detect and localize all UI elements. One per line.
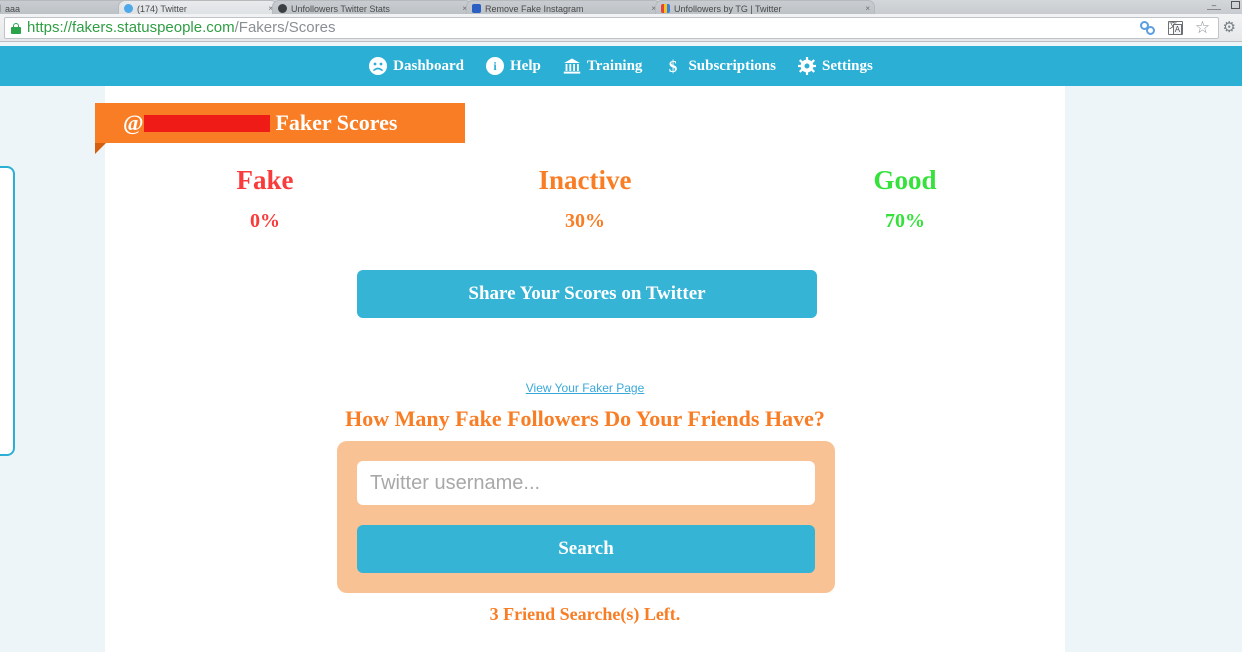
banner-at-symbol: @ (123, 110, 144, 135)
svg-text:$: $ (669, 57, 678, 75)
nav-item-label: Training (586, 57, 643, 74)
tab-title: aaa (5, 4, 21, 14)
banner-title: @ Faker Scores (123, 110, 397, 136)
nav-item-settings[interactable]: Settings (797, 57, 873, 75)
twitter-username-input[interactable] (357, 461, 815, 505)
banner-fold (95, 143, 106, 154)
minimize-button[interactable]: – (1207, 1, 1221, 10)
tab-favicon-icon (124, 4, 133, 13)
friends-heading: How Many Fake Followers Do Your Friends … (345, 406, 825, 431)
dollar-icon: $ (664, 57, 682, 75)
nav-item-label: Help (510, 57, 541, 74)
bookmark-star-icon[interactable]: ☆ (1194, 19, 1212, 37)
friend-search-card: Search (337, 441, 835, 593)
left-side-panel (0, 166, 15, 456)
score-column-good: Good 70% (745, 164, 1065, 236)
maximize-button[interactable] (1231, 1, 1240, 9)
searches-left-text: 3 Friend Searche(s) Left. (489, 604, 681, 624)
main-content-panel: @ Faker Scores Fake 0% Inactive 30% Good… (95, 86, 1065, 652)
browser-chrome: aaa × (174) Twitter × Unfollowers Twitte… (0, 0, 1242, 42)
nav-item-subscriptions[interactable]: $ Subscriptions (664, 57, 776, 75)
score-label: Fake (236, 165, 294, 195)
score-summary: Fake 0% Inactive 30% Good 70% (105, 164, 1065, 236)
page-background: @ Faker Scores Fake 0% Inactive 30% Good… (0, 86, 1242, 652)
info-icon: i (486, 57, 505, 75)
lock-icon (11, 22, 21, 34)
score-label: Inactive (538, 165, 632, 195)
nav-item-label: Dashboard (393, 57, 465, 74)
browser-tab[interactable]: (174) Twitter × (118, 0, 278, 14)
tab-close-icon[interactable]: × (865, 4, 870, 14)
banner-title-text: Faker Scores (275, 110, 398, 135)
window-controls: – (1207, 0, 1240, 14)
tab-title: Remove Fake Instagram (485, 4, 584, 14)
gear-icon (797, 57, 816, 75)
score-value: 70% (885, 210, 925, 232)
share-scores-button[interactable]: Share Your Scores on Twitter (357, 270, 817, 318)
browser-tabstrip: aaa × (174) Twitter × Unfollowers Twitte… (0, 0, 1242, 14)
translate-icon[interactable] (1167, 19, 1185, 37)
tab-favicon-icon (278, 4, 287, 13)
browser-settings-icon[interactable]: ⚙ (1223, 19, 1236, 36)
tab-favicon-icon (472, 4, 481, 13)
nav-item-training[interactable]: Training (563, 57, 643, 75)
tab-title: Unfollowers by TG | Twitter (674, 4, 782, 14)
tab-favicon-icon (0, 4, 1, 13)
browser-tab[interactable]: Unfollowers by TG | Twitter × (655, 0, 875, 14)
nav-item-help[interactable]: i Help (486, 57, 541, 75)
sad-face-icon (369, 57, 388, 75)
tab-favicon-icon (661, 4, 670, 13)
url-scheme: https:// (27, 18, 73, 36)
address-bar-url: https://fakers.statuspeople.com/Fakers/S… (27, 18, 336, 38)
score-value: 30% (565, 210, 605, 232)
browser-tab[interactable]: Remove Fake Instagram × (466, 0, 661, 14)
address-bar[interactable]: https://fakers.statuspeople.com/Fakers/S… (4, 16, 1219, 39)
nav-item-label: Subscriptions (688, 57, 776, 74)
score-column-fake: Fake 0% (105, 164, 425, 236)
app-navigation-bar: Dashboard i Help Training $ Subscription… (0, 46, 1242, 86)
score-value: 0% (250, 210, 280, 232)
nav-item-dashboard[interactable]: Dashboard (369, 57, 464, 75)
browser-tab[interactable]: Unfollowers Twitter Stats × (272, 0, 472, 14)
nav-items: Dashboard i Help Training $ Subscription… (369, 57, 873, 75)
score-label: Good (873, 165, 937, 195)
score-column-inactive: Inactive 30% (425, 164, 745, 236)
bank-icon (563, 57, 581, 75)
tab-title: (174) Twitter (137, 4, 187, 14)
browser-tab[interactable]: aaa × (0, 0, 131, 14)
nav-item-label: Settings (821, 57, 873, 74)
url-path: /Fakers/Scores (234, 18, 336, 36)
link-icon[interactable] (1139, 19, 1158, 37)
tab-title: Unfollowers Twitter Stats (291, 4, 390, 14)
browser-toolbar: https://fakers.statuspeople.com/Fakers/S… (0, 14, 1242, 42)
url-host: fakers.statuspeople.com (72, 18, 235, 36)
search-button[interactable]: Search (357, 525, 815, 573)
address-bar-actions: ☆ (1139, 19, 1212, 37)
redacted-username (144, 114, 271, 132)
view-faker-page-link[interactable]: View Your Faker Page (105, 381, 1065, 395)
faker-scores-banner: @ Faker Scores (95, 103, 465, 154)
